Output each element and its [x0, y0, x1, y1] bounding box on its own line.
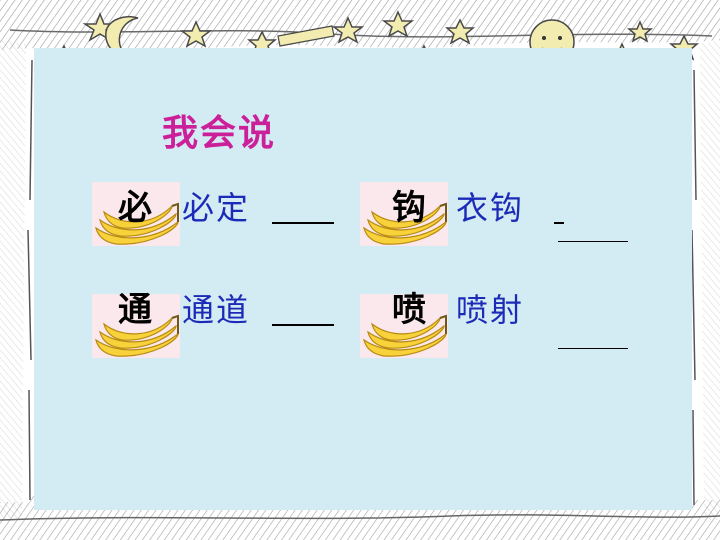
character-1: 必 — [118, 188, 152, 228]
answer-blank — [272, 324, 334, 326]
answer-blank — [554, 222, 564, 224]
slide: 我会说 必 必定 钩 衣钩 通 通道 喷 喷射 — [0, 0, 720, 540]
character-3: 通 — [118, 290, 152, 330]
answer-blank — [558, 241, 628, 242]
word-1: 必定 — [182, 189, 251, 227]
word-4: 喷射 — [456, 291, 525, 329]
section-title: 我会说 — [162, 113, 277, 154]
content-panel — [34, 48, 692, 510]
answer-blank — [272, 222, 334, 224]
word-3: 通道 — [182, 291, 251, 329]
answer-blank — [558, 348, 628, 349]
character-4: 喷 — [392, 290, 426, 330]
character-2: 钩 — [392, 188, 426, 228]
word-2: 衣钩 — [456, 189, 525, 227]
